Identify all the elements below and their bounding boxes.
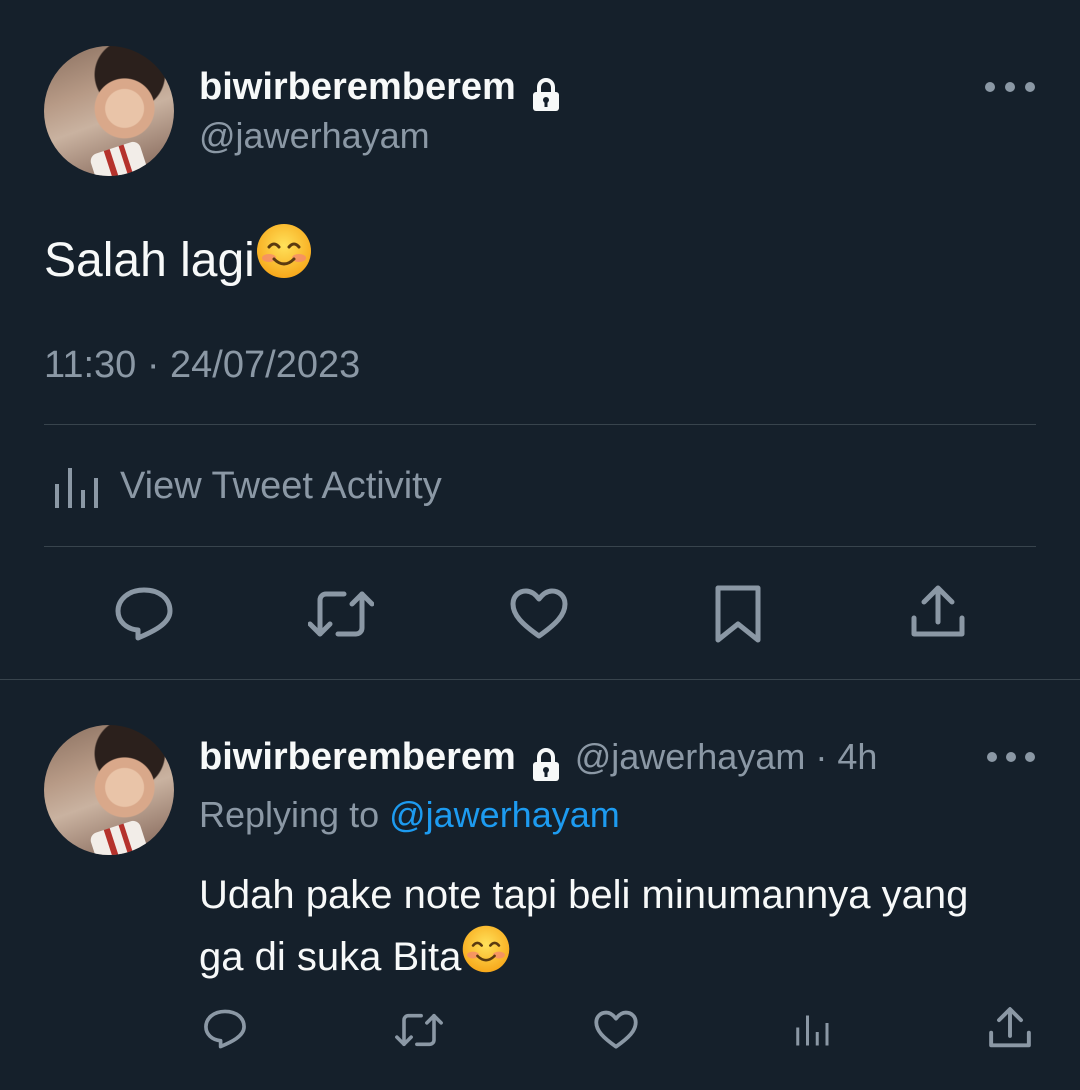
lock-icon <box>530 747 562 783</box>
reply-icon[interactable] <box>114 586 174 642</box>
view-tweet-activity-label: View Tweet Activity <box>120 464 442 507</box>
bookmark-icon[interactable] <box>714 584 762 644</box>
replying-to-label: Replying to <box>199 794 390 835</box>
handle[interactable]: @jawerhayam <box>199 114 430 158</box>
share-icon[interactable] <box>910 584 966 640</box>
divider <box>44 546 1036 547</box>
tweet-text: Salah lagi <box>44 222 313 291</box>
reply-display-name[interactable]: biwirberemberem <box>199 736 516 778</box>
reply-text-line: ga di suka Bita <box>199 924 1069 986</box>
analytics-icon <box>52 462 100 510</box>
more-icon[interactable] <box>984 80 1036 94</box>
replying-to-link[interactable]: @jawerhayam <box>389 794 620 835</box>
share-icon[interactable] <box>988 1006 1032 1050</box>
reply-icon[interactable] <box>203 1008 247 1050</box>
tweet-text-content: Salah lagi <box>44 234 255 287</box>
analytics-icon[interactable] <box>794 1010 830 1048</box>
reply-header: biwirberemberem @jawerhayam · 4h <box>199 734 877 783</box>
replying-to: Replying to @jawerhayam <box>199 792 620 838</box>
divider <box>44 424 1036 425</box>
retweet-icon[interactable] <box>308 586 374 642</box>
like-icon[interactable] <box>594 1010 638 1050</box>
display-name[interactable]: biwirberemberem <box>199 66 516 108</box>
reply-handle-time[interactable]: @jawerhayam · 4h <box>575 736 878 777</box>
main-tweet-header: biwirberemberem <box>199 64 562 113</box>
section-divider <box>0 679 1080 680</box>
tweet-timestamp[interactable]: 11:30 · 24/07/2023 <box>44 342 360 388</box>
avatar[interactable] <box>44 46 174 176</box>
reply-text: Udah pake note tapi beli minumannya yang… <box>199 866 1069 986</box>
reply-avatar[interactable] <box>44 725 174 855</box>
like-icon[interactable] <box>510 588 568 640</box>
reply-text-content: ga di suka Bita <box>199 935 462 979</box>
lock-icon <box>530 77 562 113</box>
smiling-face-icon <box>461 924 511 974</box>
retweet-icon[interactable] <box>394 1010 444 1050</box>
smiling-face-icon <box>255 222 313 280</box>
view-tweet-activity[interactable]: View Tweet Activity <box>52 462 442 510</box>
reply-text-line: Udah pake note tapi beli minumannya yang <box>199 873 969 917</box>
more-icon[interactable] <box>986 750 1036 764</box>
